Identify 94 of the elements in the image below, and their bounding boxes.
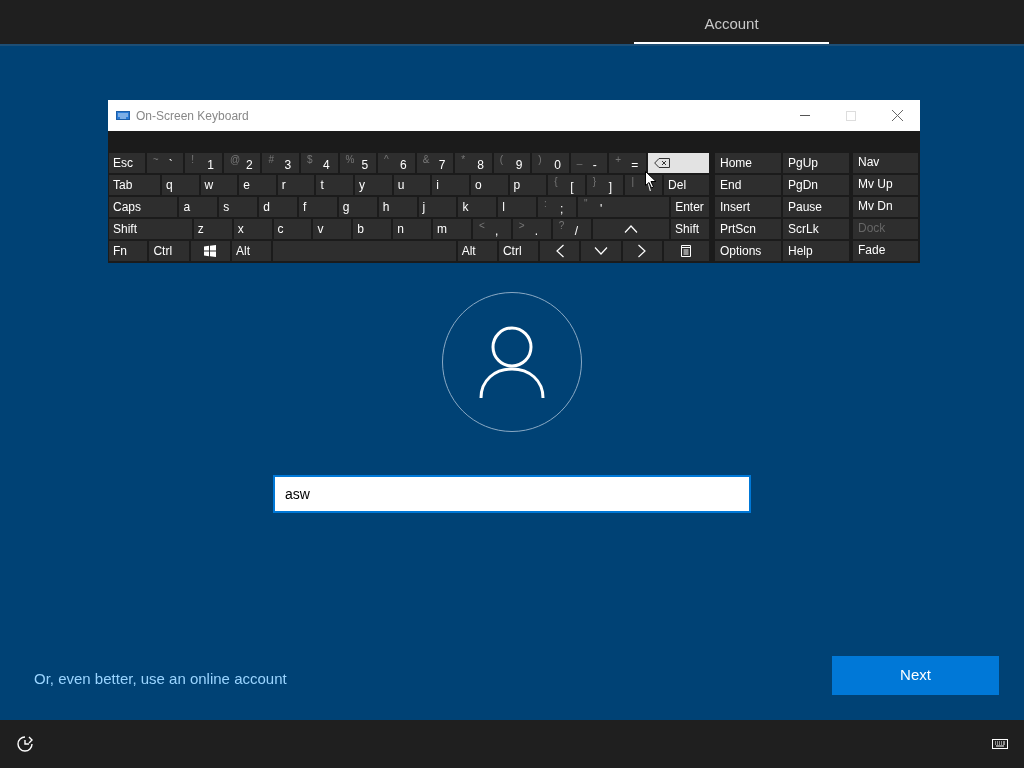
keyboard-key[interactable]: Nav: [853, 153, 918, 173]
minimize-icon: [800, 115, 810, 116]
keyboard-key[interactable]: e: [239, 175, 276, 195]
username-field[interactable]: asw: [273, 475, 751, 513]
keyboard-key[interactable]: @ 2: [223, 153, 261, 173]
keyboard-key[interactable]: # 3: [262, 153, 299, 173]
keyboard-key[interactable]: y: [355, 175, 392, 195]
maximize-icon: [846, 110, 856, 121]
keyboard-key[interactable]: Pause: [783, 197, 849, 217]
keyboard-key[interactable]: ) 0: [532, 153, 569, 173]
keyboard-key[interactable]: a: [179, 197, 218, 217]
keyboard-key[interactable]: l: [498, 197, 537, 217]
keyboard-key[interactable]: [647, 153, 709, 173]
keyboard-key[interactable]: % 5: [339, 153, 377, 173]
keyboard-key[interactable]: k: [458, 197, 497, 217]
keyboard-key[interactable]: ^ 6: [378, 153, 415, 173]
keyboard-key[interactable]: Shift: [109, 219, 192, 239]
keyboard-key[interactable]: $ 4: [301, 153, 338, 173]
keyboard-key[interactable]: q: [161, 175, 199, 195]
keyboard-key[interactable]: i: [432, 175, 469, 195]
keyboard-key[interactable]: Tab: [109, 175, 160, 195]
keyboard-key[interactable]: p: [509, 175, 547, 195]
ease-of-access-icon[interactable]: [16, 735, 34, 753]
keyboard-key[interactable]: Alt: [457, 241, 497, 261]
keyboard-key[interactable]: } ]: [586, 175, 624, 195]
keyboard-key[interactable]: g: [338, 197, 377, 217]
keyboard-key[interactable]: j: [418, 197, 457, 217]
keyboard-icon[interactable]: [992, 739, 1008, 749]
keyboard-key[interactable]: Ctrl: [149, 241, 189, 261]
keyboard-key[interactable]: + =: [609, 153, 646, 173]
keyboard-key[interactable]: < ,: [472, 219, 511, 239]
keyboard-key[interactable]: _ -: [570, 153, 608, 173]
keyboard-key[interactable]: * 8: [455, 153, 492, 173]
keyboard-key[interactable]: ~ `: [146, 153, 184, 173]
keyboard-key[interactable]: [622, 241, 662, 261]
keyboard-key[interactable]: Help: [783, 241, 849, 261]
keyboard-key[interactable]: [581, 241, 621, 261]
keyboard-key[interactable]: PrtScn: [715, 219, 781, 239]
account-tab[interactable]: Account: [634, 0, 829, 44]
keyboard-key[interactable]: Fn: [109, 241, 148, 261]
keyboard-key[interactable]: PgUp: [783, 153, 849, 173]
keyboard-key[interactable]: Caps: [109, 197, 178, 217]
keyboard-key[interactable]: Esc: [109, 153, 145, 173]
keyboard-key[interactable]: v: [313, 219, 352, 239]
keyboard-key[interactable]: [540, 241, 580, 261]
keyboard-key[interactable]: Insert: [715, 197, 781, 217]
keyboard-key[interactable]: Options: [715, 241, 781, 261]
keyboard-key[interactable]: t: [316, 175, 354, 195]
keyboard-key[interactable]: [190, 241, 230, 261]
keyboard-key[interactable]: Mv Up: [853, 175, 918, 195]
keyboard-key[interactable]: x: [233, 219, 272, 239]
mouse-pointer-icon: [645, 171, 657, 189]
keyboard-key[interactable]: [664, 241, 709, 261]
menu-key-icon: [681, 245, 692, 257]
keyboard-key[interactable]: h: [378, 197, 417, 217]
keyboard-key[interactable]: w: [200, 175, 238, 195]
keyboard-key[interactable]: Del: [664, 175, 709, 195]
keyboard-key[interactable]: Shift: [671, 219, 709, 239]
keyboard-key[interactable]: Mv Dn: [853, 197, 918, 217]
backspace-icon: [653, 158, 670, 168]
keyboard-key[interactable]: Home: [715, 153, 781, 173]
keyboard-key[interactable]: ! 1: [185, 153, 222, 173]
close-icon: [891, 110, 903, 121]
keyboard-key[interactable]: PgDn: [783, 175, 849, 195]
keyboard-key[interactable]: b: [353, 219, 392, 239]
keyboard-key[interactable]: f: [299, 197, 337, 217]
window-title: On-Screen Keyboard: [136, 107, 249, 125]
windows-logo-icon: [204, 245, 217, 257]
user-icon: [479, 325, 545, 399]
online-account-link[interactable]: Or, even better, use an online account: [34, 668, 287, 691]
keyboard-key[interactable]: ( 9: [493, 153, 531, 173]
keyboard-key[interactable]: Fade: [853, 241, 918, 261]
keyboard-key[interactable]: r: [277, 175, 315, 195]
keyboard-key[interactable]: " ': [577, 197, 670, 217]
keyboard-key[interactable]: & 7: [416, 153, 454, 173]
keyboard-key[interactable]: { [: [548, 175, 585, 195]
keyboard-key[interactable]: d: [259, 197, 297, 217]
keyboard-key[interactable]: s: [219, 197, 258, 217]
keyboard-key[interactable]: c: [273, 219, 312, 239]
keyboard-key[interactable]: : ;: [538, 197, 576, 217]
keyboard-key[interactable]: End: [715, 175, 781, 195]
keyboard-key[interactable]: ? /: [552, 219, 591, 239]
keyboard-key[interactable]: u: [393, 175, 431, 195]
keyboard-key[interactable]: m: [433, 219, 471, 239]
keyboard-key[interactable]: Alt: [231, 241, 272, 261]
keyboard-key[interactable]: z: [193, 219, 232, 239]
keyboard-key[interactable]: ScrLk: [783, 219, 849, 239]
keyboard-key[interactable]: n: [393, 219, 432, 239]
keyboard-key[interactable]: Enter: [671, 197, 709, 217]
keyboard-key[interactable]: Ctrl: [498, 241, 539, 261]
keyboard-key[interactable]: o: [470, 175, 508, 195]
keyboard-icon: [116, 111, 130, 120]
keyboard-key[interactable]: > .: [512, 219, 551, 239]
next-button[interactable]: Next: [832, 656, 999, 695]
